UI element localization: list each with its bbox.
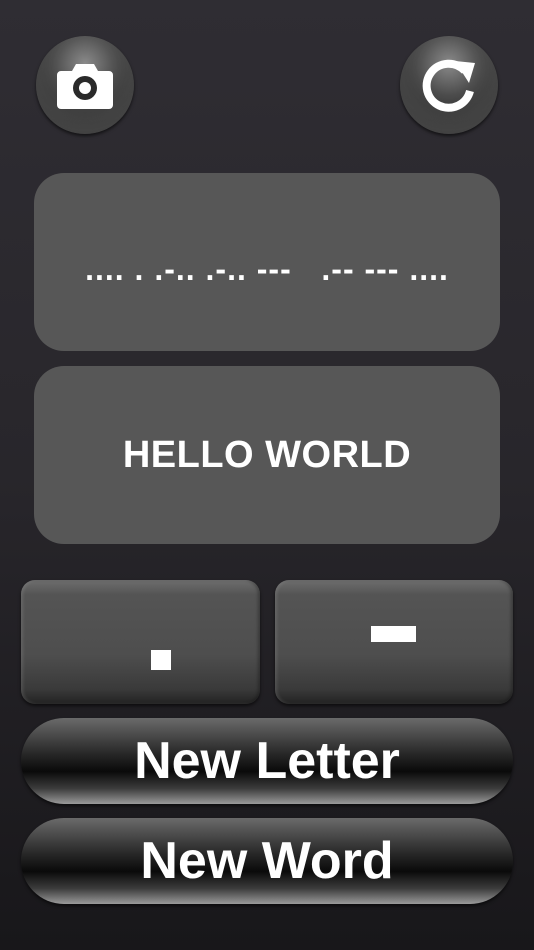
new-letter-button[interactable]: New Letter xyxy=(21,718,513,804)
new-word-label: New Word xyxy=(140,832,394,890)
refresh-button[interactable] xyxy=(400,36,498,134)
dash-key-button[interactable] xyxy=(275,580,513,704)
camera-icon xyxy=(55,60,115,110)
new-word-button[interactable]: New Word xyxy=(21,818,513,904)
morse-output-text: .... . .-.. .-.. --- .-- --- .... xyxy=(85,250,449,287)
new-letter-label: New Letter xyxy=(134,732,400,790)
camera-button[interactable] xyxy=(36,36,134,134)
refresh-icon xyxy=(417,53,481,117)
dot-key-button[interactable] xyxy=(21,580,260,704)
translated-text: HELLO WORLD xyxy=(122,433,412,476)
dash-icon xyxy=(371,626,416,642)
dot-icon xyxy=(151,650,171,670)
morse-display: .... . .-.. .-.. --- .-- --- .... xyxy=(34,173,500,351)
translation-display: HELLO WORLD xyxy=(34,366,500,544)
